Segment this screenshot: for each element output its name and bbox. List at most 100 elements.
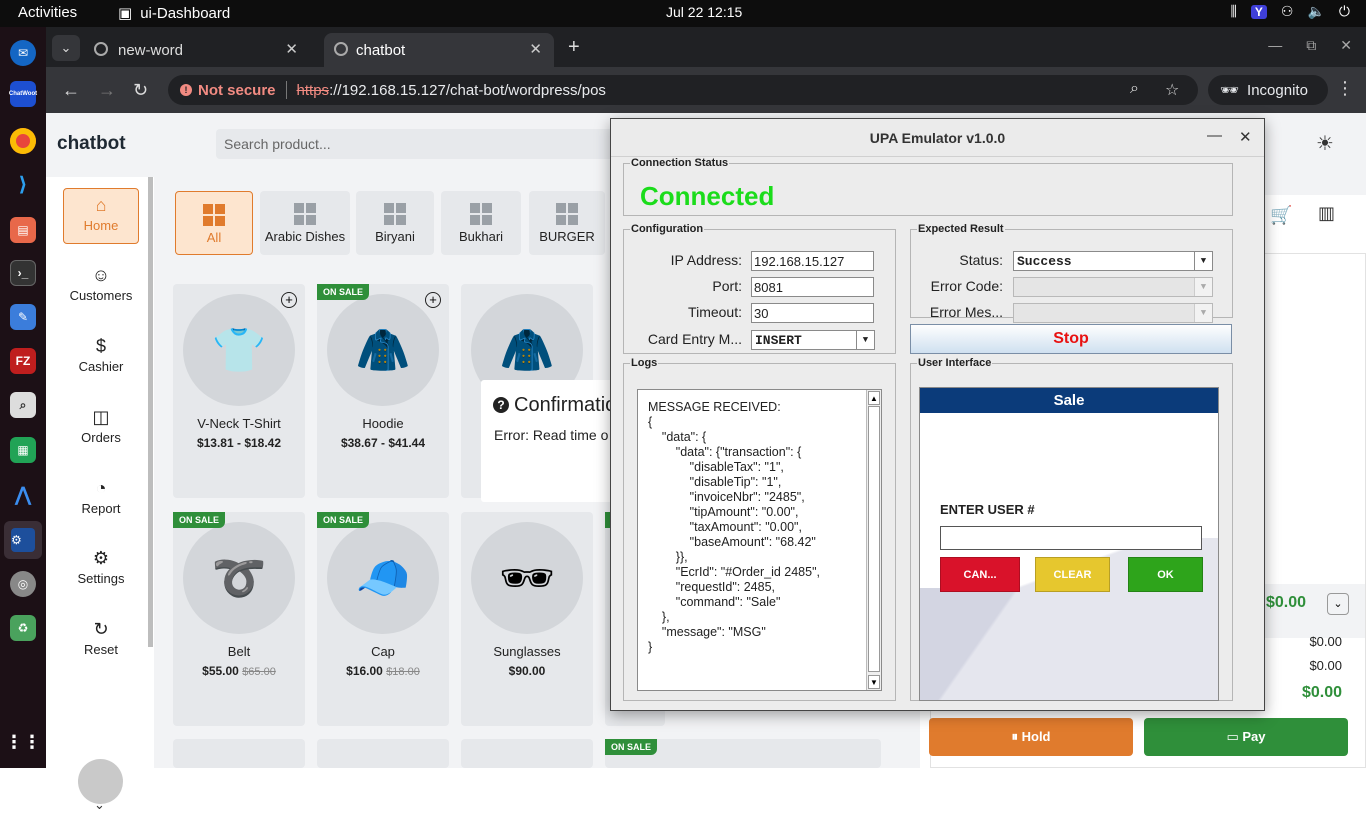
upa-titlebar[interactable]: UPA Emulator v1.0.0 — ✕ — [611, 119, 1264, 157]
tab-new-word[interactable]: new-word ✕ — [80, 33, 310, 67]
bookmark-star-icon[interactable]: ☆ — [1165, 80, 1179, 100]
upa-emulator-icon[interactable]: ⚙ — [4, 521, 42, 559]
tab-search-button[interactable]: ⌄ — [52, 35, 80, 61]
filezilla-icon[interactable]: FZ — [10, 348, 36, 374]
incognito-chip[interactable]: 🕶 Incognito — [1208, 75, 1328, 105]
close-window-icon[interactable]: ✕ — [1340, 37, 1352, 54]
sidebar-item-home[interactable]: ⌂ Home — [63, 188, 139, 244]
activities-button[interactable]: Activities — [18, 4, 77, 21]
card-entry-select[interactable]: INSERT ▼ — [751, 330, 875, 350]
not-secure-chip[interactable]: ! Not secure — [180, 82, 276, 99]
product-card[interactable] — [317, 739, 449, 768]
sidebar-item-report[interactable]: ◔ Report — [63, 472, 139, 528]
add-to-cart-icon[interactable]: + — [281, 292, 297, 308]
spreadsheet-icon[interactable]: ▦ — [10, 437, 36, 463]
category-all[interactable]: All — [175, 191, 253, 255]
scroll-thumb[interactable] — [868, 406, 880, 672]
add-to-cart-icon[interactable]: + — [425, 292, 441, 308]
product-card[interactable] — [461, 739, 593, 768]
tab-chatbot[interactable]: chatbot ✕ — [324, 33, 554, 67]
forward-icon[interactable]: → — [98, 80, 116, 101]
trash-icon[interactable]: ♻ — [10, 615, 36, 641]
hold-button[interactable]: ⏸ Hold — [929, 718, 1133, 756]
clear-button[interactable]: CLEAR — [1035, 557, 1110, 592]
chevron-down-icon[interactable]: ⌄ — [94, 797, 105, 813]
error-code-select[interactable]: ▼ — [1013, 277, 1213, 297]
product-card[interactable]: 🕶 Sunglasses $90.00 — [461, 512, 593, 726]
reload-icon[interactable]: ↻ — [133, 80, 148, 101]
sidebar-item-label: Cashier — [78, 359, 124, 374]
app-menu-label: ui-Dashboard — [140, 4, 231, 22]
status-select[interactable]: Success ▼ — [1013, 251, 1213, 271]
category-bukhari[interactable]: Bukhari — [441, 191, 521, 255]
vscode-icon[interactable]: ⟩ — [10, 171, 36, 197]
pay-button[interactable]: ▭ Pay — [1144, 718, 1348, 756]
sidebar-item-reset[interactable]: ↻ Reset — [63, 613, 139, 669]
sidebar-item-settings[interactable]: ⚙ Settings — [63, 542, 139, 598]
scroll-down-icon[interactable]: ▼ — [868, 675, 880, 689]
volume-icon[interactable]: 🔈 — [1307, 3, 1324, 20]
product-card[interactable]: ON SALE — [605, 739, 881, 768]
timeout-label: Timeout: — [688, 304, 742, 320]
close-tab-icon[interactable]: ✕ — [529, 40, 542, 58]
cart-icon[interactable]: 🛒 — [1270, 205, 1292, 226]
yandex-tray-icon[interactable]: Y — [1250, 4, 1267, 19]
error-message-select[interactable]: ▼ — [1013, 303, 1213, 323]
stop-button[interactable]: Stop — [910, 324, 1232, 354]
disk-icon[interactable]: ◎ — [10, 571, 36, 597]
sidebar-item-label: Report — [81, 501, 121, 516]
sidebar-scrollbar[interactable] — [148, 177, 153, 647]
system-top-bar: Activities ▣ ui-Dashboard Jul 22 12:15 ⫼ … — [0, 0, 1366, 27]
apps-grid-icon[interactable]: ⋮⋮ — [5, 729, 41, 755]
minimize-icon[interactable]: — — [1207, 127, 1222, 144]
log-textarea[interactable]: MESSAGE RECEIVED: { "data": { "data": {"… — [637, 389, 882, 691]
cancel-button[interactable]: CAN... — [940, 557, 1020, 592]
category-arabic-dishes[interactable]: Arabic Dishes — [260, 191, 350, 255]
zoom-icon[interactable]: ⌕ — [1130, 80, 1139, 98]
close-tab-icon[interactable]: ✕ — [285, 40, 298, 58]
sensors-icon[interactable]: ⫼ — [1230, 3, 1236, 20]
product-card[interactable]: 👕 + V-Neck T-Shirt $13.81 - $18.42 — [173, 284, 305, 498]
clock[interactable]: Jul 22 12:15 — [666, 4, 742, 20]
product-search-input[interactable]: Search product... — [216, 129, 636, 159]
grid-icon — [556, 203, 578, 225]
product-card[interactable]: 🧢 ON SALE Cap $16.00 $18.00 — [317, 512, 449, 726]
theme-toggle-icon[interactable]: ☀ — [1316, 131, 1334, 156]
maximize-icon[interactable]: ⧉ — [1306, 37, 1316, 54]
thunderbird-icon[interactable]: ✉ — [10, 40, 36, 66]
power-icon[interactable]: ⏻ — [1339, 3, 1350, 20]
category-biryani[interactable]: Biryani — [356, 191, 434, 255]
terminal-icon[interactable]: ›_ — [10, 260, 36, 286]
timeout-field[interactable]: 30 — [751, 303, 874, 323]
sidebar-item-customers[interactable]: ☺ Customers — [63, 259, 139, 315]
ok-button[interactable]: OK — [1128, 557, 1203, 592]
new-tab-icon[interactable]: + — [568, 36, 580, 59]
sidebar-item-orders[interactable]: ◫ Orders — [63, 401, 139, 457]
user-number-input[interactable] — [940, 526, 1202, 550]
expand-icon[interactable]: ⌄ — [1327, 593, 1349, 615]
ip-address-field[interactable]: 192.168.15.127 — [751, 251, 874, 271]
chrome-icon[interactable] — [10, 128, 36, 154]
text-editor-icon[interactable]: ✎ — [10, 304, 36, 330]
scroll-up-icon[interactable]: ▲ — [868, 391, 880, 405]
product-card[interactable]: 🧥 ON SALE + Hoodie $38.67 - $41.44 — [317, 284, 449, 498]
app-menu[interactable]: ▣ ui-Dashboard — [118, 4, 231, 23]
product-card[interactable]: ➰ ON SALE Belt $55.00 $65.00 — [173, 512, 305, 726]
arch-icon[interactable]: ⋀ — [10, 481, 36, 507]
system-tray[interactable]: ⫼ Y ⚇ 🔈 ⏻ — [1230, 3, 1350, 20]
close-icon[interactable]: ✕ — [1239, 128, 1252, 146]
files-icon[interactable]: ▤ — [10, 217, 36, 243]
sidebar-item-cashier[interactable]: $ Cashier — [63, 330, 139, 386]
network-icon[interactable]: ⚇ — [1281, 3, 1294, 20]
barcode-icon[interactable]: ▥ — [1318, 203, 1335, 224]
minimize-icon[interactable]: — — [1268, 37, 1282, 54]
search-icon[interactable]: ⌕ — [10, 392, 36, 418]
back-icon[interactable]: ← — [62, 80, 80, 101]
category-burger[interactable]: BURGER — [529, 191, 605, 255]
address-bar[interactable]: ! Not secure https://192.168.15.127/chat-… — [168, 75, 1198, 105]
log-scrollbar[interactable]: ▲ ▼ — [866, 390, 881, 690]
port-field[interactable]: 8081 — [751, 277, 874, 297]
chatwoot-icon[interactable]: ChatWoot — [9, 81, 37, 107]
product-card[interactable] — [173, 739, 305, 768]
browser-menu-icon[interactable]: ⋮ — [1336, 78, 1354, 99]
